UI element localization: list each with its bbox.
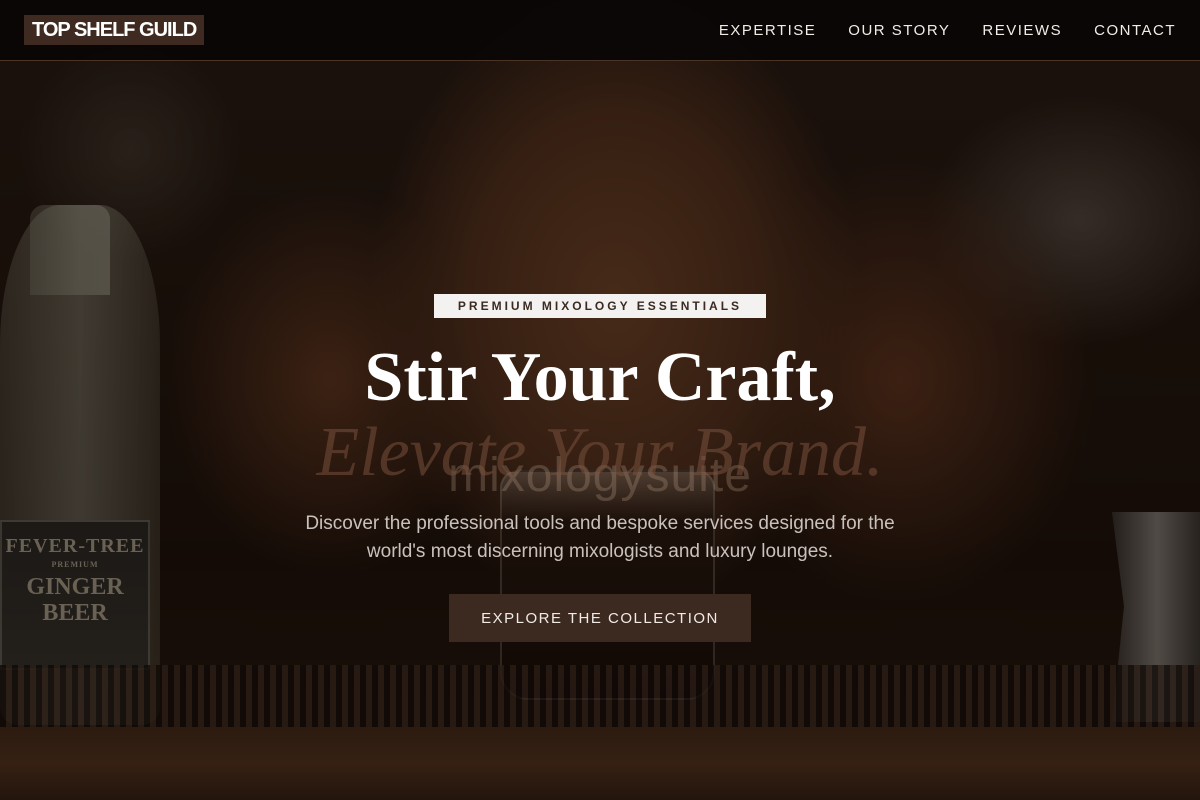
explore-collection-button[interactable]: EXPLORE THE COLLECTION — [449, 594, 751, 642]
brand-logo[interactable]: TOP SHELF GUILD — [24, 15, 205, 45]
nav-item-contact[interactable]: CONTACT — [1094, 22, 1176, 39]
nav-item-reviews[interactable]: REVIEWS — [982, 22, 1062, 39]
nav-item-our-story[interactable]: OUR STORY — [848, 22, 950, 39]
nav-item-expertise[interactable]: EXPERTISE — [719, 22, 816, 39]
hero-eyebrow-badge: PREMIUM MIXOLOGY ESSENTIALS — [434, 294, 766, 318]
hero-headline-italic: Elevate Your Brand. — [316, 414, 884, 491]
hero-headline: Stir Your Craft, — [364, 339, 836, 416]
main-nav: EXPERTISE OUR STORY REVIEWS CONTACT — [719, 22, 1176, 39]
site-header: TOP SHELF GUILD EXPERTISE OUR STORY REVI… — [0, 0, 1200, 61]
hero-subtitle: Discover the professional tools and besp… — [305, 513, 895, 562]
hero-section: PREMIUM MIXOLOGY ESSENTIALS Stir Your Cr… — [0, 0, 1200, 800]
